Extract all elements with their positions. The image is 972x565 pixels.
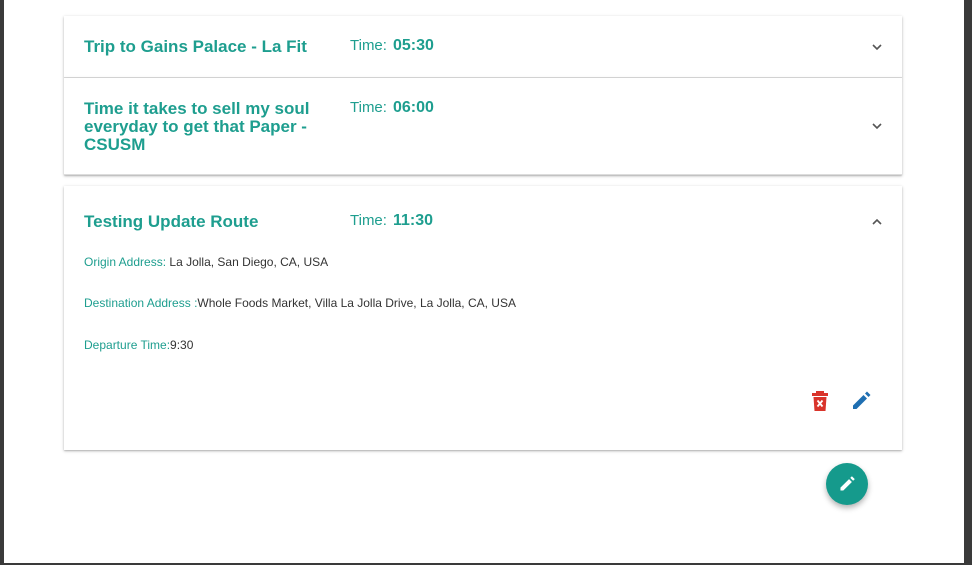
- route-panel: Time it takes to sell my soul everyday t…: [64, 78, 902, 175]
- route-time: Time: 11:30: [350, 212, 433, 230]
- edit-icon: [840, 476, 855, 491]
- route-panel-header[interactable]: Testing Update Route Time: 11:30: [64, 186, 902, 256]
- route-title: Time it takes to sell my soul everyday t…: [84, 99, 310, 154]
- routes-accordion: Trip to Gains Palace - La Fit Time: 05:30…: [64, 16, 902, 450]
- chevron-up-icon[interactable]: [870, 215, 884, 229]
- chevron-down-icon[interactable]: [870, 40, 884, 54]
- departure-label: Departure Time:: [84, 338, 171, 352]
- origin-label: Origin Address:: [84, 255, 167, 269]
- time-value: 06:00: [392, 99, 434, 116]
- edit-icon[interactable]: [850, 390, 872, 412]
- departure-time-row: Departure Time:9:30: [84, 338, 193, 352]
- chevron-down-icon[interactable]: [870, 119, 884, 133]
- origin-value: La Jolla, San Diego, CA, USA: [169, 255, 329, 269]
- time-value: 05:30: [392, 37, 434, 54]
- time-label: Time:: [350, 212, 387, 229]
- route-panel-header[interactable]: Trip to Gains Palace - La Fit Time: 05:30: [64, 16, 902, 77]
- route-panel-header[interactable]: Time it takes to sell my soul everyday t…: [64, 78, 902, 174]
- destination-value: Whole Foods Market, Villa La Jolla Drive…: [197, 296, 516, 310]
- route-panel-expanded: Testing Update Route Time: 11:30 Origin A…: [64, 186, 902, 450]
- origin-address-row: Origin Address: La Jolla, San Diego, CA,…: [84, 255, 328, 269]
- window-frame-right: [964, 0, 972, 565]
- time-label: Time:: [350, 37, 387, 54]
- time-value: 11:30: [392, 212, 433, 229]
- route-panel: Trip to Gains Palace - La Fit Time: 05:30: [64, 16, 902, 78]
- delete-icon[interactable]: [810, 390, 830, 412]
- route-time: Time: 06:00: [350, 99, 434, 117]
- destination-address-row: Destination Address :Whole Foods Market,…: [84, 296, 516, 310]
- window-frame-left: [0, 0, 4, 565]
- time-label: Time:: [350, 99, 387, 116]
- route-title: Trip to Gains Palace - La Fit: [84, 37, 307, 56]
- route-title: Testing Update Route: [84, 212, 259, 231]
- departure-value: 9:30: [170, 338, 194, 352]
- destination-label: Destination Address :: [84, 296, 198, 310]
- add-route-fab-button[interactable]: [826, 463, 868, 505]
- route-time: Time: 05:30: [350, 37, 434, 55]
